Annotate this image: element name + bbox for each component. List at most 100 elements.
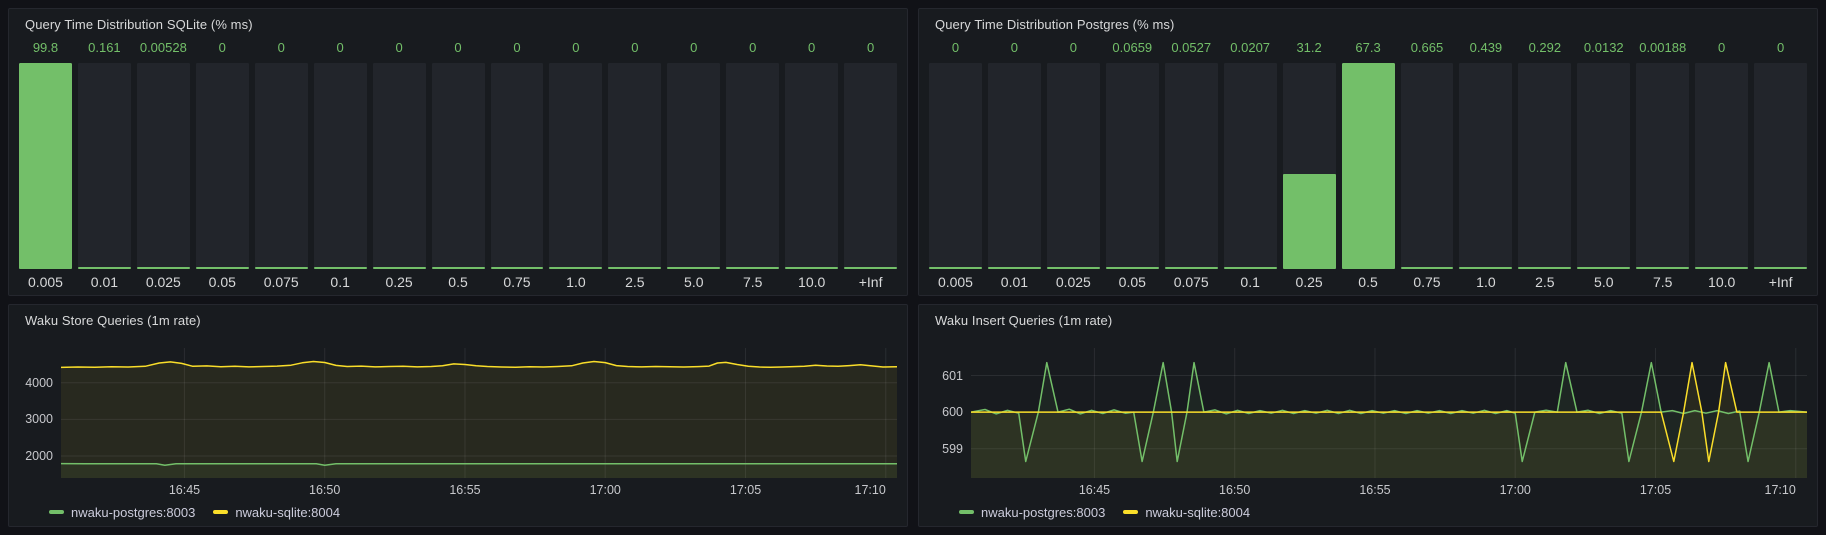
- bar-column[interactable]: 02.5: [608, 39, 661, 291]
- bar-column[interactable]: 0+Inf: [1754, 39, 1807, 291]
- panel-title-store[interactable]: Waku Store Queries (1m rate): [19, 311, 897, 332]
- legend-series-dash-icon: [213, 510, 228, 514]
- bar-column[interactable]: 00.5: [432, 39, 485, 291]
- bar-value-label: 0: [1695, 39, 1748, 57]
- x-axis-tick-label: 17:05: [1640, 483, 1671, 497]
- legend-item[interactable]: nwaku-sqlite:8004: [1123, 505, 1250, 520]
- bar-bucket-label: 2.5: [1518, 269, 1571, 291]
- legend-item[interactable]: nwaku-postgres:8003: [49, 505, 195, 520]
- bar-column[interactable]: 0.005280.025: [137, 39, 190, 291]
- bar-column[interactable]: 00.75: [491, 39, 544, 291]
- bar-track: [1401, 63, 1454, 269]
- bar-column[interactable]: 0.2922.5: [1518, 39, 1571, 291]
- bar-fill: [844, 267, 897, 269]
- bar-column[interactable]: 00.1: [314, 39, 367, 291]
- bar-value-label: 0.0527: [1165, 39, 1218, 57]
- bar-bucket-label: 0.075: [1165, 269, 1218, 291]
- bar-column[interactable]: 0 0.005: [929, 39, 982, 291]
- bar-track: [1047, 63, 1100, 269]
- x-axis: 16:4516:5016:5517:0017:0517:10: [971, 478, 1807, 498]
- panel-query-time-postgres: Query Time Distribution Postgres (% ms) …: [918, 8, 1818, 296]
- bar-fill: [608, 267, 661, 269]
- legend-item[interactable]: nwaku-sqlite:8004: [213, 505, 340, 520]
- bar-column[interactable]: 01.0: [549, 39, 602, 291]
- bar-value-label: 0.00528: [137, 39, 190, 57]
- legend: nwaku-postgres:8003 nwaku-sqlite:8004: [959, 502, 1807, 522]
- bar-column[interactable]: 67.30.5: [1342, 39, 1395, 291]
- bar-track: [1106, 63, 1159, 269]
- bar-column[interactable]: 0.00188 7.5: [1636, 39, 1689, 291]
- bar-bucket-label: 0.01: [988, 269, 1041, 291]
- bar-value-label: 0: [1047, 39, 1100, 57]
- y-axis: 200030004000: [19, 348, 61, 478]
- y-axis-tick-label: 4000: [25, 376, 53, 390]
- bar-track: [1636, 63, 1689, 269]
- bar-bucket-label: 0.005: [929, 269, 982, 291]
- bar-track: [78, 63, 131, 269]
- bar-column[interactable]: 00.05: [196, 39, 249, 291]
- legend-series-dash-icon: [959, 510, 974, 514]
- bar-column[interactable]: 0.06590.05: [1106, 39, 1159, 291]
- plot-area[interactable]: [61, 348, 897, 478]
- panel-title-sqlite[interactable]: Query Time Distribution SQLite (% ms): [19, 15, 897, 37]
- bar-column[interactable]: 010.0: [1695, 39, 1748, 291]
- bar-value-label: 0.00188: [1636, 39, 1689, 57]
- y-axis-tick-label: 601: [942, 369, 963, 383]
- bar-column[interactable]: 00.075: [255, 39, 308, 291]
- bar-value-label: 0.665: [1401, 39, 1454, 57]
- bar-column[interactable]: 0.6650.75: [1401, 39, 1454, 291]
- bar-value-label: 0: [608, 39, 661, 57]
- bar-bucket-label: 0.075: [255, 269, 308, 291]
- bar-gauge-sqlite: 99.80.0050.1610.010.005280.02500.0500.07…: [19, 37, 897, 291]
- chart-area: 200030004000: [19, 348, 897, 478]
- bar-fill: [1165, 267, 1218, 269]
- bar-column[interactable]: 00.025: [1047, 39, 1100, 291]
- bar-value-label: 0: [491, 39, 544, 57]
- legend-series-label: nwaku-sqlite:8004: [235, 505, 340, 520]
- plot-area[interactable]: [971, 348, 1807, 478]
- time-series-svg: [61, 348, 897, 478]
- bar-column[interactable]: 07.5: [726, 39, 779, 291]
- bar-column[interactable]: 31.20.25: [1283, 39, 1336, 291]
- bar-column[interactable]: 0.0527 0.075: [1165, 39, 1218, 291]
- bar-fill: [314, 267, 367, 269]
- bar-fill: [667, 267, 720, 269]
- panel-title-postgres[interactable]: Query Time Distribution Postgres (% ms): [929, 15, 1807, 37]
- bar-fill: [1754, 267, 1807, 269]
- bar-column[interactable]: 010.0: [785, 39, 838, 291]
- bar-column[interactable]: 0.01325.0: [1577, 39, 1630, 291]
- panel-title-insert[interactable]: Waku Insert Queries (1m rate): [929, 311, 1807, 332]
- bar-column[interactable]: 0.0207 0.1: [1224, 39, 1277, 291]
- bar-track: [1459, 63, 1512, 269]
- bar-fill: [1106, 267, 1159, 269]
- bar-fill: [549, 267, 602, 269]
- bar-bucket-label: 0.01: [78, 269, 131, 291]
- legend-series-dash-icon: [1123, 510, 1138, 514]
- bar-bucket-label: 1.0: [549, 269, 602, 291]
- bar-bucket-label: 7.5: [1636, 269, 1689, 291]
- bar-fill: [196, 267, 249, 269]
- x-axis-tick-label: 16:45: [1079, 483, 1110, 497]
- bar-track: [1754, 63, 1807, 269]
- x-axis-tick-label: 16:55: [449, 483, 480, 497]
- legend-item[interactable]: nwaku-postgres:8003: [959, 505, 1105, 520]
- bar-value-label: 0.0207: [1224, 39, 1277, 57]
- bar-column[interactable]: 0.4391.0: [1459, 39, 1512, 291]
- bar-column[interactable]: 00.25: [373, 39, 426, 291]
- bar-bucket-label: 0.1: [1224, 269, 1277, 291]
- bar-fill: [1518, 267, 1571, 269]
- bar-column[interactable]: 0+Inf: [844, 39, 897, 291]
- bar-track: [608, 63, 661, 269]
- bar-bucket-label: 0.05: [1106, 269, 1159, 291]
- bar-value-label: 31.2: [1283, 39, 1336, 57]
- bar-track: [255, 63, 308, 269]
- bar-column[interactable]: 05.0: [667, 39, 720, 291]
- bar-bucket-label: 0.5: [432, 269, 485, 291]
- bar-column[interactable]: 99.80.005: [19, 39, 72, 291]
- bar-fill: [19, 63, 72, 269]
- bar-track: [1283, 63, 1336, 269]
- bar-column[interactable]: 00.01: [988, 39, 1041, 291]
- bar-value-label: 0: [929, 39, 982, 57]
- bar-column[interactable]: 0.1610.01: [78, 39, 131, 291]
- bar-value-label: 0: [373, 39, 426, 57]
